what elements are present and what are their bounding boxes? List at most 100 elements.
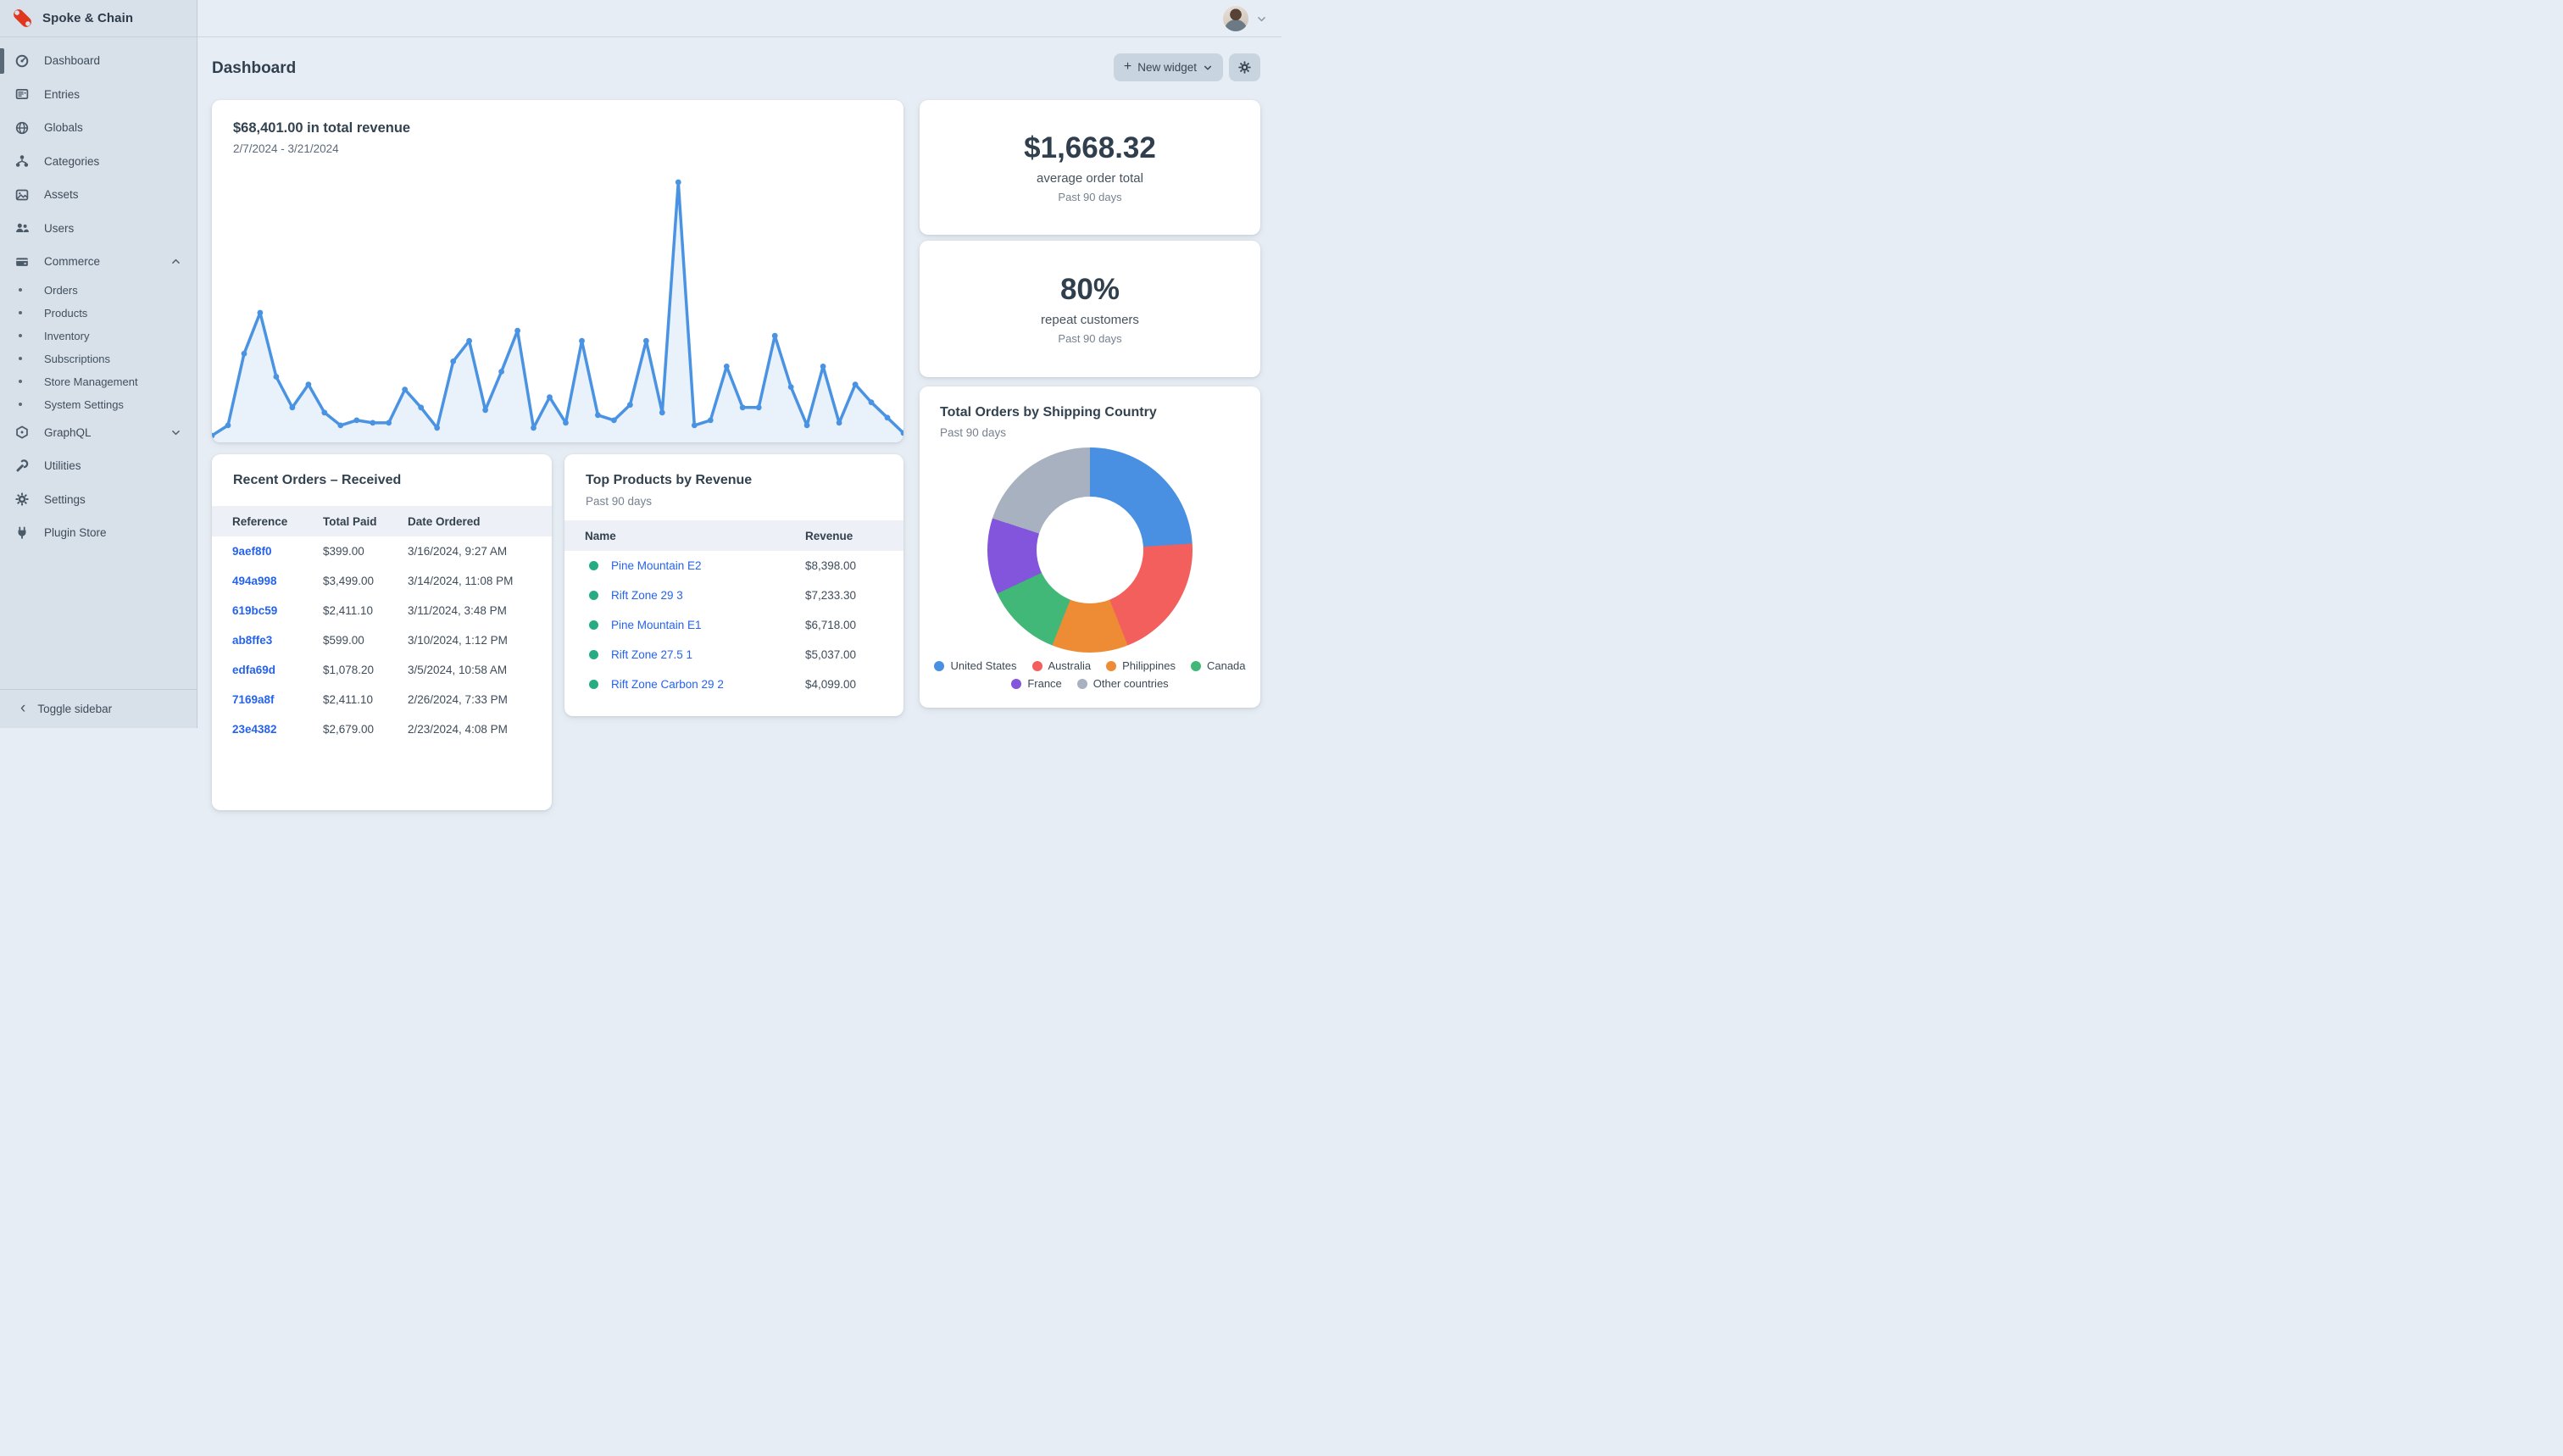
order-reference-link[interactable]: ab8ffe3 [232,634,323,647]
order-reference-link[interactable]: 9aef8f0 [232,545,323,558]
chart-data-point [514,328,520,334]
top-products-rows: Pine Mountain E2 $8,398.00 Rift Zone 29 3 $… [564,551,903,699]
avatar[interactable] [1223,6,1248,31]
chart-data-point [450,358,456,364]
new-widget-button[interactable]: + New widget [1114,53,1223,81]
chart-data-point [482,407,488,413]
table-row: Pine Mountain E2 $8,398.00 [564,551,903,581]
recent-orders-title: Recent Orders – Received [233,473,401,488]
sidebar-item-store-management[interactable]: Store Management [0,370,197,393]
sidebar-item-label: Inventory [44,330,89,342]
chart-data-point [242,351,247,357]
plug-icon [14,525,30,541]
sidebar-item-globals[interactable]: Globals [0,111,197,145]
sidebar-item-settings[interactable]: Settings [0,483,197,517]
sidebar-item-label: Utilities [44,459,81,472]
legend-item-australia: Australia [1032,659,1092,672]
order-date-ordered: 3/11/2024, 3:48 PM [408,604,552,617]
toggle-sidebar-label: Toggle sidebar [37,703,112,715]
product-revenue: $8,398.00 [805,559,903,572]
chart-data-point [386,420,392,426]
sidebar-item-label: Assets [44,188,79,201]
wrench-icon [14,458,30,474]
column-header-name: Name [585,530,805,542]
product-link[interactable]: Rift Zone 27.5 1 [611,648,692,661]
sidebar-item-subscriptions[interactable]: Subscriptions [0,347,197,370]
plus-icon: + [1124,59,1131,75]
legend-dot-icon [1191,661,1201,671]
sidebar-item-utilities[interactable]: Utilities [0,449,197,483]
sidebar-item-graphql[interactable]: GraphQL [0,416,197,450]
legend-item-canada: Canada [1191,659,1246,672]
chart-data-point [675,180,681,186]
chart-data-point [337,423,343,429]
donut-legend: United StatesAustraliaPhilippinesCanadaF… [920,659,1260,690]
chart-data-point [563,420,569,426]
product-link[interactable]: Rift Zone Carbon 29 2 [611,678,724,691]
table-row: 7169a8f$2,411.102/26/2024, 7:33 PM [212,685,552,714]
sidebar-nav: DashboardEntries Globals Categories Assets U… [0,37,197,550]
chart-data-point [611,418,617,424]
average-order-widget: $1,668.32 average order total Past 90 da… [920,100,1260,235]
sitemap-icon [14,153,30,169]
legend-label: Other countries [1093,677,1169,690]
widget-manager-button[interactable] [1229,53,1260,81]
sidebar-item-products[interactable]: Products [0,302,197,325]
repeat-customers-widget: 80% repeat customers Past 90 days [920,241,1260,377]
sidebar-item-label: System Settings [44,398,124,411]
recent-orders-header: ReferenceTotal PaidDate Ordered [212,506,552,536]
sidebar-item-users[interactable]: Users [0,212,197,246]
chevron-down-icon[interactable] [1256,14,1267,25]
repeat-customers-value: 80% [1060,273,1120,307]
chevron-up-icon[interactable] [170,256,181,267]
order-total-paid: $2,679.00 [323,723,408,736]
chart-data-point [692,423,698,429]
chart-data-point [740,404,746,410]
gear-icon [14,492,30,507]
order-reference-link[interactable]: 7169a8f [232,693,323,706]
app-logo-icon [11,7,34,30]
sidebar-item-inventory[interactable]: Inventory [0,325,197,347]
bullet-icon [19,311,22,314]
chart-data-point [788,384,794,390]
legend-item-france: France [1011,677,1061,690]
order-reference-link[interactable]: 619bc59 [232,604,323,617]
product-link[interactable]: Rift Zone 29 3 [611,589,683,602]
sidebar-item-entries[interactable]: Entries [0,78,197,112]
sidebar-item-label: Globals [44,121,83,134]
chevron-down-icon[interactable] [170,427,181,438]
top-products-header: NameRevenue [564,520,903,551]
sidebar-item-label: Orders [44,284,78,297]
sidebar-item-plugin-store[interactable]: Plugin Store [0,516,197,550]
sidebar-item-dashboard[interactable]: Dashboard [0,44,197,78]
product-name-cell: Rift Zone Carbon 29 2 [585,678,805,691]
toggle-sidebar-button[interactable]: ‹ Toggle sidebar [0,689,197,728]
sidebar-item-system-settings[interactable]: System Settings [0,393,197,416]
order-total-paid: $2,411.10 [323,604,408,617]
sidebar-item-commerce[interactable]: Commerce [0,245,197,279]
order-reference-link[interactable]: 494a998 [232,575,323,587]
top-products-period: Past 90 days [586,495,652,508]
chart-data-point [853,381,859,387]
product-link[interactable]: Pine Mountain E2 [611,559,702,572]
sidebar-item-assets[interactable]: Assets [0,178,197,212]
table-row: edfa69d$1,078.203/5/2024, 10:58 AM [212,655,552,685]
order-total-paid: $2,411.10 [323,693,408,706]
column-header-revenue: Revenue [805,530,903,542]
repeat-customers-label: repeat customers [1041,313,1139,327]
recent-orders-rows: 9aef8f0$399.003/16/2024, 9:27 AM494a998$… [212,536,552,744]
column-header-total-paid: Total Paid [323,515,408,528]
order-reference-link[interactable]: 23e4382 [232,723,323,736]
product-revenue: $7,233.30 [805,589,903,602]
sidebar-item-label: GraphQL [44,426,92,439]
shipping-country-widget: Total Orders by Shipping Country Past 90… [920,386,1260,708]
legend-dot-icon [1032,661,1042,671]
order-date-ordered: 3/10/2024, 1:12 PM [408,634,552,647]
chart-data-point [659,409,665,415]
order-reference-link[interactable]: edfa69d [232,664,323,676]
sidebar-item-categories[interactable]: Categories [0,145,197,179]
users-icon [14,220,30,236]
sidebar-item-orders[interactable]: Orders [0,279,197,302]
bullet-icon [19,334,22,337]
product-link[interactable]: Pine Mountain E1 [611,619,702,631]
